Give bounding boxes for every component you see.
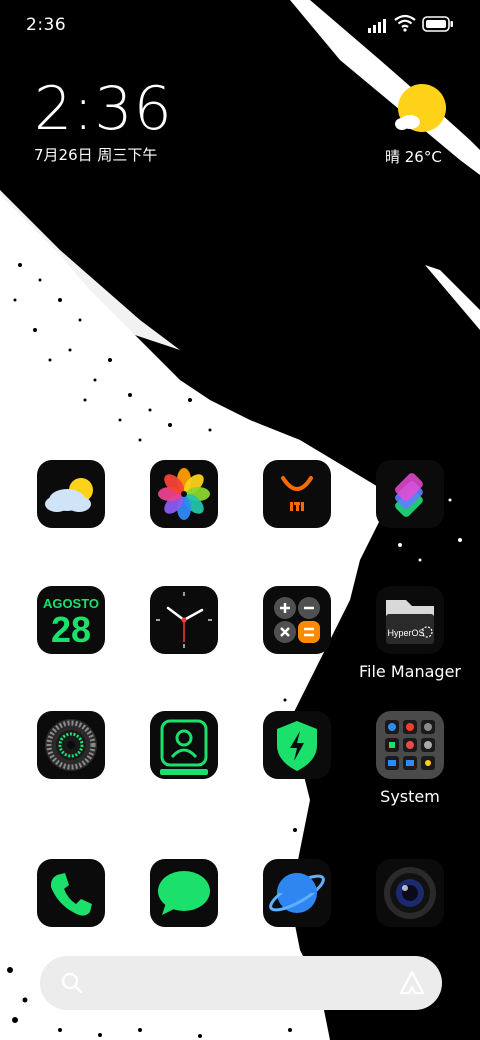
weather-text: 晴 26°C [385, 148, 442, 166]
system-folder-icon [376, 711, 444, 779]
shortcuts-app-icon [376, 460, 444, 528]
camera-app-icon [376, 859, 444, 927]
security-app-icon [263, 711, 331, 779]
calculator-app-icon [263, 586, 331, 654]
signal-icon [368, 19, 386, 33]
partly-cloudy-sun-icon [395, 84, 446, 132]
file-manager-app-icon: HyperOS [376, 586, 444, 654]
browser-app-icon [263, 859, 331, 927]
svg-text:28: 28 [51, 609, 91, 650]
wifi-icon [394, 14, 416, 32]
status-time: 2:36 [26, 15, 67, 35]
messages-app-icon [150, 859, 218, 927]
clock-app-icon [150, 586, 218, 654]
clock-date: 7月26日 周三下午 [34, 146, 158, 164]
assistant-icon[interactable] [398, 969, 426, 997]
battery-icon [422, 16, 453, 32]
mi-store-app-icon [263, 460, 331, 528]
status-bar: 2:36 [0, 0, 480, 50]
search-icon[interactable] [60, 971, 84, 995]
weather-app-icon [37, 460, 105, 528]
phone-app-icon [37, 859, 105, 927]
clock-time: 2:36 [34, 74, 173, 144]
search-bar[interactable] [40, 956, 442, 1010]
settings-app-icon [37, 711, 105, 779]
photos-app-icon [150, 460, 218, 528]
clock-widget[interactable]: 2:36 7月26日 周三下午 [34, 76, 173, 165]
contacts-app-icon [150, 711, 218, 779]
svg-text:HyperOS: HyperOS [387, 628, 424, 638]
calendar-app-icon: AGOSTO 28 [37, 586, 105, 654]
